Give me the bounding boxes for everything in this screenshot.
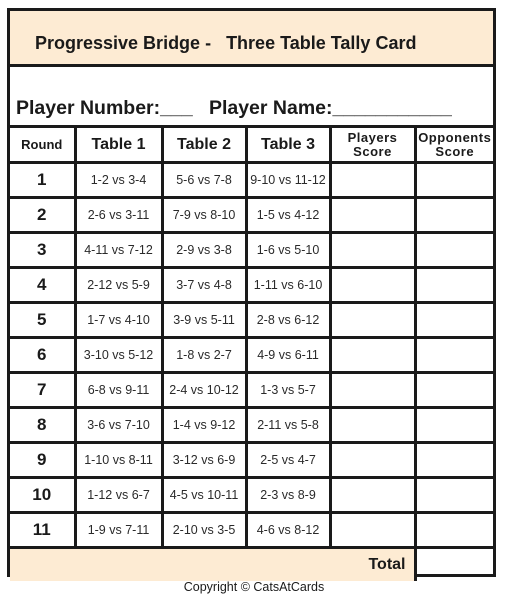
- tally-card: Progressive Bridge - Three Table Tally C…: [7, 8, 496, 581]
- table-1-pairing: 6-8 vs 9-11: [73, 371, 164, 409]
- table-2-pairing: 3-12 vs 6-9: [160, 441, 248, 479]
- round-row: 1 1-2 vs 3-4 5-6 vs 7-8 9-10 vs 11-12: [10, 161, 493, 199]
- opponents-score-cell[interactable]: [413, 476, 493, 514]
- table-3-pairing: 1-6 vs 5-10: [244, 231, 332, 269]
- table-3-pairing: 2-11 vs 5-8: [244, 406, 332, 444]
- round-number: 1: [10, 161, 77, 199]
- round-number: 8: [10, 406, 77, 444]
- header-table-2: Table 2: [160, 125, 248, 164]
- tally-table: Round Table 1 Table 2 Table 3 Players Sco…: [10, 125, 493, 581]
- round-row: 5 1-7 vs 4-10 3-9 vs 5-11 2-8 vs 6-12: [10, 301, 493, 339]
- table-2-pairing: 2-10 vs 3-5: [160, 511, 248, 549]
- header-players-score: Players Score: [328, 125, 417, 164]
- players-score-cell[interactable]: [328, 231, 417, 269]
- total-row: Total: [10, 546, 493, 581]
- players-score-cell[interactable]: [328, 266, 417, 304]
- opponents-score-cell[interactable]: [413, 406, 493, 444]
- players-score-cell[interactable]: [328, 371, 417, 409]
- players-score-cell[interactable]: [328, 441, 417, 479]
- header-table-1: Table 1: [73, 125, 164, 164]
- opponents-score-cell[interactable]: [413, 441, 493, 479]
- round-row: 6 3-10 vs 5-12 1-8 vs 2-7 4-9 vs 6-11: [10, 336, 493, 374]
- total-value-cell[interactable]: [413, 546, 493, 581]
- total-label: Total: [10, 546, 417, 581]
- players-score-cell[interactable]: [328, 406, 417, 444]
- table-1-pairing: 1-12 vs 6-7: [73, 476, 164, 514]
- round-number: 5: [10, 301, 77, 339]
- table-3-pairing: 4-6 vs 8-12: [244, 511, 332, 549]
- table-3-pairing: 1-5 vs 4-12: [244, 196, 332, 234]
- opponents-score-cell[interactable]: [413, 161, 493, 199]
- player-name-field[interactable]: Player Name:___________: [209, 97, 452, 119]
- players-score-cell[interactable]: [328, 196, 417, 234]
- table-3-pairing: 9-10 vs 11-12: [244, 161, 332, 199]
- table-2-pairing: 7-9 vs 8-10: [160, 196, 248, 234]
- copyright-notice: Copyright © CatsAtCards: [183, 580, 325, 594]
- round-row: 8 3-6 vs 7-10 1-4 vs 9-12 2-11 vs 5-8: [10, 406, 493, 444]
- players-score-cell[interactable]: [328, 336, 417, 374]
- table-2-pairing: 3-9 vs 5-11: [160, 301, 248, 339]
- table-2-pairing: 3-7 vs 4-8: [160, 266, 248, 304]
- header-round: Round: [10, 125, 77, 164]
- table-1-pairing: 1-2 vs 3-4: [73, 161, 164, 199]
- round-row: 2 2-6 vs 3-11 7-9 vs 8-10 1-5 vs 4-12: [10, 196, 493, 234]
- header-row: Round Table 1 Table 2 Table 3 Players Sco…: [10, 125, 493, 164]
- player-number-field[interactable]: Player Number:___: [16, 97, 193, 119]
- header-players-score-line2: Score: [353, 143, 392, 159]
- players-score-cell[interactable]: [328, 301, 417, 339]
- table-1-pairing: 2-12 vs 5-9: [73, 266, 164, 304]
- round-row: 10 1-12 vs 6-7 4-5 vs 10-11 2-3 vs 8-9: [10, 476, 493, 514]
- table-2-pairing: 4-5 vs 10-11: [160, 476, 248, 514]
- opponents-score-cell[interactable]: [413, 371, 493, 409]
- table-1-pairing: 3-6 vs 7-10: [73, 406, 164, 444]
- header-opponents-score: Opponents Score: [413, 125, 493, 164]
- round-row: 7 6-8 vs 9-11 2-4 vs 10-12 1-3 vs 5-7: [10, 371, 493, 409]
- table-1-pairing: 3-10 vs 5-12: [73, 336, 164, 374]
- opponents-score-cell[interactable]: [413, 231, 493, 269]
- table-3-pairing: 4-9 vs 6-11: [244, 336, 332, 374]
- players-score-cell[interactable]: [328, 161, 417, 199]
- round-number: 10: [10, 476, 77, 514]
- table-2-pairing: 1-8 vs 2-7: [160, 336, 248, 374]
- round-row: 4 2-12 vs 5-9 3-7 vs 4-8 1-11 vs 6-10: [10, 266, 493, 304]
- player-info-line: Player Number:___ Player Name:__________…: [16, 97, 452, 120]
- table-3-pairing: 2-8 vs 6-12: [244, 301, 332, 339]
- card-title: Progressive Bridge - Three Table Tally C…: [35, 33, 417, 53]
- players-score-cell[interactable]: [328, 511, 417, 549]
- round-number: 11: [10, 511, 77, 549]
- opponents-score-cell[interactable]: [413, 266, 493, 304]
- table-3-pairing: 1-3 vs 5-7: [244, 371, 332, 409]
- table-1-pairing: 2-6 vs 3-11: [73, 196, 164, 234]
- opponents-score-cell[interactable]: [413, 196, 493, 234]
- round-row: 9 1-10 vs 8-11 3-12 vs 6-9 2-5 vs 4-7: [10, 441, 493, 479]
- round-number: 3: [10, 231, 77, 269]
- round-number: 2: [10, 196, 77, 234]
- header-players-score-line1: Players: [347, 129, 398, 145]
- title-bar: Progressive Bridge - Three Table Tally C…: [10, 11, 493, 67]
- header-opponents-score-line1: Opponents: [418, 129, 492, 145]
- table-2-pairing: 1-4 vs 9-12: [160, 406, 248, 444]
- round-number: 7: [10, 371, 77, 409]
- opponents-score-cell[interactable]: [413, 301, 493, 339]
- table-1-pairing: 1-7 vs 4-10: [73, 301, 164, 339]
- round-row: 3 4-11 vs 7-12 2-9 vs 3-8 1-6 vs 5-10: [10, 231, 493, 269]
- table-2-pairing: 5-6 vs 7-8: [160, 161, 248, 199]
- opponents-score-cell[interactable]: [413, 336, 493, 374]
- header-table-3: Table 3: [244, 125, 332, 164]
- table-1-pairing: 4-11 vs 7-12: [73, 231, 164, 269]
- players-score-cell[interactable]: [328, 476, 417, 514]
- opponents-score-cell[interactable]: [413, 511, 493, 549]
- table-2-pairing: 2-4 vs 10-12: [160, 371, 248, 409]
- table-1-pairing: 1-10 vs 8-11: [73, 441, 164, 479]
- round-number: 9: [10, 441, 77, 479]
- round-row: 11 1-9 vs 7-11 2-10 vs 3-5 4-6 vs 8-12: [10, 511, 493, 549]
- round-number: 4: [10, 266, 77, 304]
- table-2-pairing: 2-9 vs 3-8: [160, 231, 248, 269]
- table-3-pairing: 2-3 vs 8-9: [244, 476, 332, 514]
- table-3-pairing: 2-5 vs 4-7: [244, 441, 332, 479]
- round-number: 6: [10, 336, 77, 374]
- table-3-pairing: 1-11 vs 6-10: [244, 266, 332, 304]
- header-opponents-score-line2: Score: [435, 143, 475, 159]
- table-1-pairing: 1-9 vs 7-11: [73, 511, 164, 549]
